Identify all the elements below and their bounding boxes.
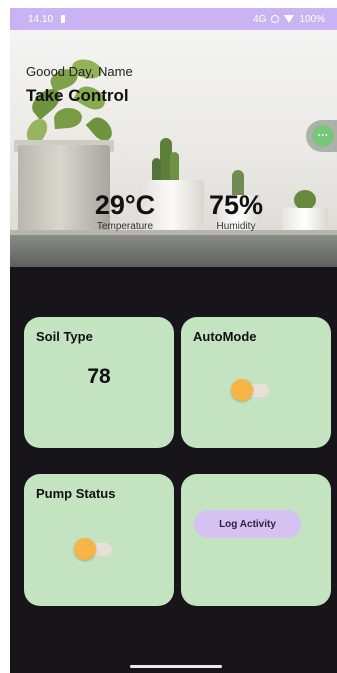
status-time: 14.10 (28, 13, 54, 25)
automode-toggle[interactable] (231, 379, 271, 401)
log-card: Log Activity (181, 474, 331, 606)
soil-card-title: Soil Type (36, 329, 93, 344)
pump-card-title: Pump Status (36, 486, 116, 501)
battery-percentage: 100% (299, 13, 325, 25)
status-bar: 14.10 4G 100% (10, 8, 337, 30)
floating-menu-button[interactable]: ··· (306, 120, 337, 152)
pump-toggle[interactable] (74, 538, 114, 560)
automode-card-title: AutoMode (193, 329, 257, 344)
cactus (294, 190, 316, 210)
home-indicator[interactable] (130, 665, 222, 668)
plant-leaf (53, 106, 83, 130)
toggle-thumb (74, 538, 96, 560)
toggle-thumb (231, 379, 253, 401)
cactus (152, 158, 161, 182)
humidity-reading: 75% Humidity (200, 190, 272, 233)
network-indicator: 4G (253, 13, 267, 25)
alarm-icon (271, 15, 280, 23)
humidity-value: 75% (208, 190, 264, 220)
automode-card: AutoMode (181, 317, 331, 448)
pump-card: Pump Status (24, 474, 174, 606)
soil-value: 78 (87, 365, 111, 388)
notification-icon (61, 15, 66, 23)
soil-card[interactable]: Soil Type 78 (24, 317, 174, 448)
page-title: Take Control (26, 86, 129, 105)
temperature-value: 29°C (94, 190, 156, 220)
humidity-label: Humidity (216, 221, 256, 232)
temperature-label: Temperature (96, 221, 154, 232)
more-horizontal-icon: ··· (312, 125, 334, 147)
temperature-reading: 29°C Temperature (80, 190, 170, 233)
app-screen: 14.10 4G 100% Goood Day, Name Take Contr… (10, 8, 337, 673)
wifi-icon (284, 15, 295, 23)
greeting-text: Goood Day, Name (26, 64, 133, 79)
hero-banner: Goood Day, Name Take Control 29°C Temper… (10, 30, 337, 267)
cactus (170, 152, 179, 182)
shelf (10, 235, 337, 267)
log-activity-button[interactable]: Log Activity (194, 510, 301, 538)
